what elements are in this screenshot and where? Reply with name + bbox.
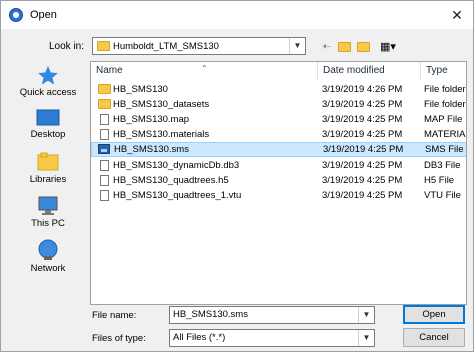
- column-type-label: Type: [426, 65, 448, 76]
- open-dialog: Open ✕ Look in: Humboldt_LTM_SMS130 ▼ 🠠 …: [0, 0, 474, 352]
- file-date: 3/19/2019 4:25 PM: [323, 144, 404, 155]
- file-type: File folder: [424, 84, 466, 95]
- dialog-body: Look in: Humboldt_LTM_SMS130 ▼ 🠠 ▦▾ Quic…: [1, 29, 473, 351]
- chevron-down-icon[interactable]: ▼: [358, 330, 374, 346]
- file-name-value: HB_SMS130.sms: [173, 309, 248, 320]
- places-bar: Quick access Desktop Libraries This PC N…: [15, 61, 81, 274]
- new-folder-icon[interactable]: [357, 39, 373, 55]
- app-icon: [9, 8, 23, 22]
- view-menu-icon[interactable]: ▦▾: [377, 39, 399, 55]
- file-name: HB_SMS130: [113, 84, 168, 95]
- desktop-icon: [36, 109, 60, 126]
- file-date: 3/19/2019 4:25 PM: [322, 175, 403, 186]
- file-type: VTU File: [424, 190, 461, 201]
- file-date: 3/19/2019 4:25 PM: [322, 190, 403, 201]
- file-date: 3/19/2019 4:25 PM: [322, 114, 403, 125]
- look-in-value: Humboldt_LTM_SMS130: [113, 41, 219, 52]
- column-header-date[interactable]: Date modified: [318, 62, 421, 80]
- file-row[interactable]: HB_SMS130.materials 3/19/2019 4:25 PM MA…: [91, 127, 467, 142]
- place-this-pc[interactable]: This PC: [15, 196, 81, 229]
- file-name: HB_SMS130_datasets: [113, 99, 210, 110]
- place-label: Desktop: [30, 129, 66, 140]
- file-row-selected[interactable]: HB_SMS130.sms 3/19/2019 4:25 PM SMS File: [91, 142, 466, 157]
- file-name: HB_SMS130.materials: [113, 129, 210, 140]
- file-row[interactable]: HB_SMS130_quadtrees.h5 3/19/2019 4:25 PM…: [91, 173, 466, 188]
- file-type: SMS File: [425, 144, 464, 155]
- file-type-label: Files of type:: [92, 333, 146, 344]
- column-date-label: Date modified: [323, 65, 385, 76]
- sms-file-icon: [98, 144, 110, 154]
- close-icon[interactable]: ✕: [449, 7, 465, 23]
- folder-icon: [97, 41, 110, 51]
- up-folder-icon[interactable]: [338, 39, 354, 55]
- place-label: Libraries: [29, 174, 67, 185]
- file-row[interactable]: HB_SMS130_datasets 3/19/2019 4:25 PM Fil…: [91, 97, 466, 112]
- file-type-dropdown[interactable]: All Files (*.*) ▼: [169, 329, 375, 347]
- file-date: 3/19/2019 4:25 PM: [322, 160, 403, 171]
- file-type-value: All Files (*.*): [173, 332, 226, 343]
- file-type: MATERIAL: [424, 129, 467, 140]
- file-type: MAP File: [424, 114, 463, 125]
- file-type: File folder: [424, 99, 466, 110]
- cancel-button[interactable]: Cancel: [403, 328, 465, 347]
- file-name: HB_SMS130_quadtrees_1.vtu: [113, 190, 242, 201]
- file-row[interactable]: HB_SMS130 3/19/2019 4:26 PM File folder: [91, 82, 466, 97]
- file-date: 3/19/2019 4:25 PM: [322, 129, 403, 140]
- column-header-type[interactable]: Type: [421, 62, 466, 80]
- file-date: 3/19/2019 4:26 PM: [322, 84, 403, 95]
- title-bar: Open ✕: [1, 1, 473, 29]
- file-type: H5 File: [424, 175, 455, 186]
- network-icon: [38, 239, 58, 260]
- place-network[interactable]: Network: [15, 239, 81, 274]
- folder-icon: [98, 84, 111, 94]
- file-row[interactable]: HB_SMS130_quadtrees_1.vtu 3/19/2019 4:25…: [91, 188, 466, 203]
- create-folder-icon: [357, 42, 370, 52]
- file-name-label: File name:: [92, 310, 137, 321]
- open-button[interactable]: Open: [403, 305, 465, 324]
- file-list[interactable]: Name ⌃ Date modified Type HB_SMS130 3/19…: [90, 61, 467, 305]
- column-name-label: Name: [96, 65, 123, 76]
- document-icon: [100, 160, 109, 171]
- look-in-label: Look in:: [49, 41, 85, 52]
- file-row[interactable]: HB_SMS130.map 3/19/2019 4:25 PM MAP File: [91, 112, 466, 127]
- place-label: Quick access: [19, 87, 77, 98]
- star-icon: [38, 66, 58, 85]
- file-type: DB3 File: [424, 160, 461, 171]
- place-label: Network: [30, 263, 66, 274]
- sort-ascending-icon: ⌃: [201, 64, 208, 73]
- window-title: Open: [30, 9, 57, 21]
- place-quick-access[interactable]: Quick access: [15, 65, 81, 98]
- file-date: 3/19/2019 4:25 PM: [322, 99, 403, 110]
- file-name: HB_SMS130.map: [113, 114, 190, 125]
- chevron-down-icon[interactable]: ▼: [289, 38, 305, 54]
- document-icon: [100, 190, 109, 201]
- document-icon: [100, 175, 109, 186]
- file-name-input[interactable]: HB_SMS130.sms ▼: [169, 306, 375, 324]
- place-libraries[interactable]: Libraries: [15, 152, 81, 185]
- chevron-down-icon[interactable]: ▼: [358, 307, 374, 323]
- place-label: This PC: [31, 218, 65, 229]
- look-in-dropdown[interactable]: Humboldt_LTM_SMS130 ▼: [92, 37, 306, 55]
- document-icon: [100, 114, 109, 125]
- column-header-name[interactable]: Name ⌃: [91, 62, 317, 80]
- document-icon: [100, 129, 109, 140]
- file-name: HB_SMS130.sms: [114, 144, 189, 155]
- file-row[interactable]: HB_SMS130_dynamicDb.db3 3/19/2019 4:25 P…: [91, 158, 466, 173]
- up-one-level-icon: [338, 42, 351, 52]
- place-desktop[interactable]: Desktop: [15, 109, 81, 140]
- folder-icon: [98, 99, 111, 109]
- file-name: HB_SMS130_dynamicDb.db3: [113, 160, 240, 171]
- libraries-icon: [37, 152, 59, 171]
- back-icon[interactable]: 🠠: [319, 39, 335, 55]
- computer-icon: [38, 196, 58, 215]
- file-name: HB_SMS130_quadtrees.h5: [113, 175, 229, 186]
